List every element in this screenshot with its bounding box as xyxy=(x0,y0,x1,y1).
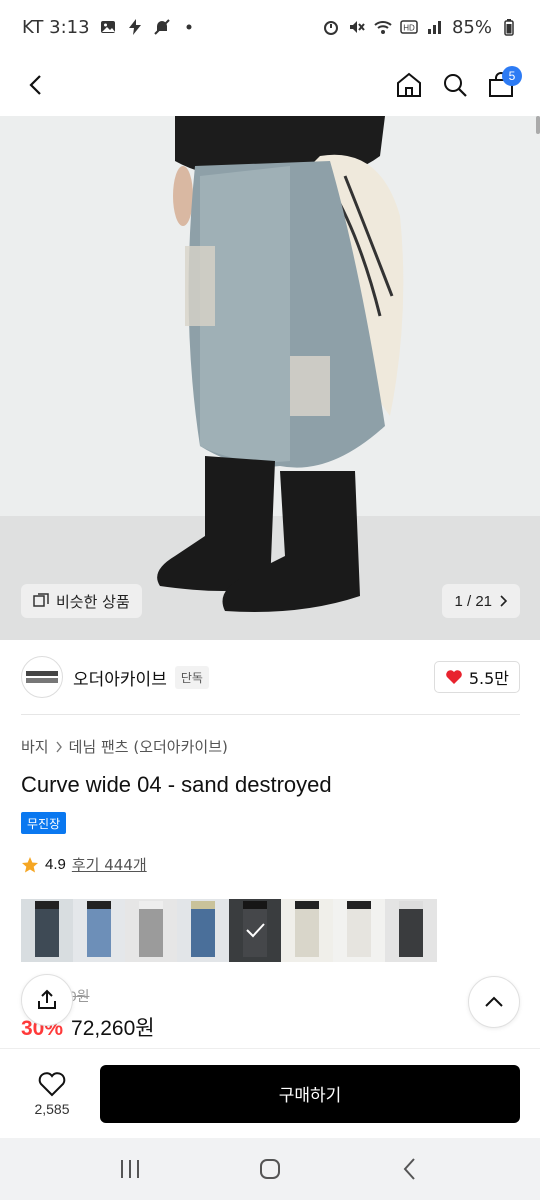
search-button[interactable] xyxy=(432,62,478,108)
wifi-icon xyxy=(374,18,392,36)
lightning-icon xyxy=(126,18,144,36)
chevron-up-icon xyxy=(485,996,503,1007)
back-icon xyxy=(403,1158,415,1180)
thumb-3[interactable] xyxy=(125,899,177,962)
heart-outline-icon xyxy=(38,1071,66,1096)
battery-percent: 85% xyxy=(451,16,492,38)
home-icon xyxy=(397,72,421,97)
brand-logo-mark xyxy=(26,671,58,683)
heart-icon xyxy=(446,670,462,684)
breadcrumb-item[interactable]: 데님 팬츠 (오더아카이브) xyxy=(69,736,228,757)
bell-off-icon xyxy=(153,18,171,36)
thumbnail-image xyxy=(295,901,319,957)
price-area: 00원 30% 72,260원 xyxy=(21,986,520,1042)
similar-products-label: 비슷한 상품 xyxy=(56,592,130,611)
system-home-button[interactable] xyxy=(240,1149,300,1189)
thumbnail-image xyxy=(191,901,215,957)
search-icon xyxy=(444,74,467,97)
buy-button[interactable]: 구매하기 xyxy=(100,1064,520,1123)
rating-row: 4.9 후기 444개 xyxy=(21,854,147,875)
bottom-action-bar: 2,585 구매하기 xyxy=(0,1048,540,1138)
dot-icon xyxy=(180,18,198,36)
home-button[interactable] xyxy=(386,62,432,108)
breadcrumb: 바지 데님 팬츠 (오더아카이브) xyxy=(21,736,228,757)
copy-icon xyxy=(33,593,49,607)
recent-apps-button[interactable] xyxy=(100,1149,160,1189)
thumb-2[interactable] xyxy=(73,899,125,962)
brand-row: 오더아카이브 단독 5.5만 xyxy=(21,652,520,702)
brand-like-count: 5.5만 xyxy=(468,669,509,688)
divider xyxy=(21,714,520,715)
scroll-top-button[interactable] xyxy=(468,976,520,1028)
similar-products-button[interactable]: 비슷한 상품 xyxy=(21,584,142,618)
exclusive-tag: 단독 xyxy=(174,665,209,689)
system-back-button[interactable] xyxy=(380,1149,440,1189)
gallery-icon xyxy=(99,18,117,36)
back-button[interactable] xyxy=(16,65,56,105)
share-button[interactable] xyxy=(21,974,73,1026)
thumbnail-image xyxy=(229,899,281,962)
chevron-right-icon xyxy=(56,741,62,752)
svg-text:HD: HD xyxy=(403,24,415,33)
product-photo xyxy=(0,116,540,640)
thumb-5-selected[interactable] xyxy=(229,899,281,962)
cart-count-badge: 5 xyxy=(502,66,522,86)
thumb-6[interactable] xyxy=(281,899,333,962)
star-icon xyxy=(22,856,38,872)
wish-count: 2,585 xyxy=(34,1100,70,1117)
wish-button[interactable]: 2,585 xyxy=(20,1071,84,1117)
brand-logo[interactable] xyxy=(21,656,63,698)
thumbnail-image xyxy=(347,901,371,957)
mute-icon xyxy=(348,18,366,36)
thumbnail-image xyxy=(35,901,59,957)
thumb-1[interactable] xyxy=(21,899,73,962)
status-bar: KT 3:13 HD 85% xyxy=(0,0,540,54)
top-nav: 5 xyxy=(0,54,540,116)
recent-apps-icon xyxy=(121,1160,139,1178)
home-button-icon xyxy=(260,1159,280,1179)
brand-like-button[interactable]: 5.5만 xyxy=(433,661,520,693)
original-price: 00원 xyxy=(61,988,90,1004)
share-icon xyxy=(38,989,56,1009)
rating-value: 4.9 xyxy=(45,856,66,873)
alarm-icon xyxy=(322,18,340,36)
page-indicator-text: 1 / 21 xyxy=(454,592,492,610)
chevron-left-icon xyxy=(29,75,41,95)
chevron-right-icon xyxy=(500,595,508,607)
status-time: KT 3:13 xyxy=(22,16,90,38)
thumbnail-image xyxy=(87,901,111,957)
final-price: 72,260원 xyxy=(71,1017,155,1040)
image-page-indicator[interactable]: 1 / 21 xyxy=(442,584,520,618)
thumb-4[interactable] xyxy=(177,899,229,962)
system-nav-bar xyxy=(0,1138,540,1200)
thumbnail-image xyxy=(139,901,163,957)
signal-icon xyxy=(426,18,444,36)
brand-name[interactable]: 오더아카이브 xyxy=(73,665,167,690)
scroll-indicator xyxy=(536,116,540,134)
color-thumbnails xyxy=(21,899,437,962)
breadcrumb-item[interactable]: 바지 xyxy=(21,736,49,757)
thumb-7[interactable] xyxy=(333,899,385,962)
mujinjang-badge: 무진장 xyxy=(21,812,67,834)
cart-button[interactable]: 5 xyxy=(478,62,524,108)
product-hero-image[interactable]: 비슷한 상품 1 / 21 xyxy=(0,116,540,640)
battery-icon xyxy=(500,18,518,36)
hd-icon: HD xyxy=(400,18,418,36)
thumb-8[interactable] xyxy=(385,899,437,962)
review-count-link[interactable]: 후기 444개 xyxy=(72,854,147,875)
product-title: Curve wide 04 - sand destroyed xyxy=(21,772,332,797)
thumbnail-image xyxy=(399,901,423,957)
